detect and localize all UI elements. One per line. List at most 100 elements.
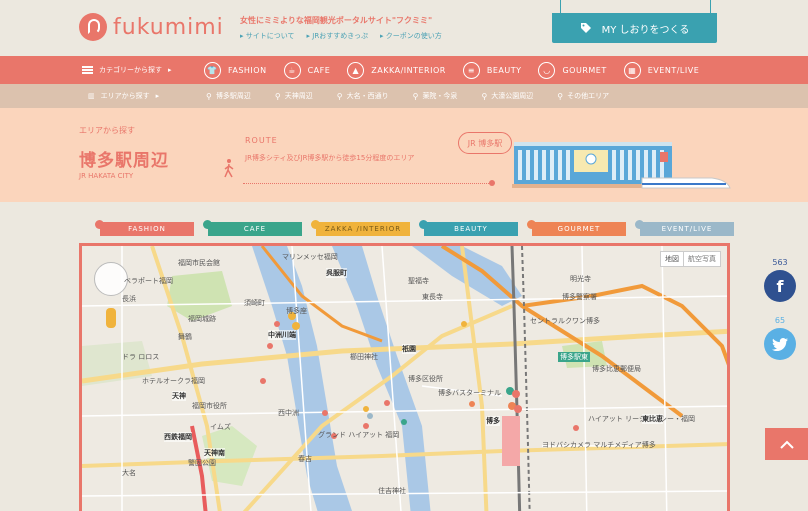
station-label[interactable]: 天神南 xyxy=(204,448,225,458)
dish-icon: ◡ xyxy=(538,61,556,79)
pin-icon: ⚲ xyxy=(481,91,488,101)
map-label: イムズ xyxy=(210,423,231,431)
category-filter-tabs: FASHION CAFE ZAKKA /INTERIOR BEAUTY GOUR… xyxy=(95,220,734,236)
logo-ear-icon xyxy=(79,13,107,41)
map-label: 須崎町 xyxy=(244,299,265,307)
map-label: 大名 xyxy=(122,469,136,477)
category-event-live[interactable]: ▦ EVENT/LIVE xyxy=(623,61,700,79)
jr-ticket-link[interactable]: JRおすすめきっぷ xyxy=(307,31,368,41)
beauty-dot-icon xyxy=(419,220,428,229)
map-type-satellite[interactable]: 航空写真 xyxy=(683,252,720,266)
site-header: fukumimi 女性にミミよりな福岡観光ポータルサイト"フクミミ" サイトにつ… xyxy=(0,0,808,56)
page-title-en: JR HAKATA CITY xyxy=(79,172,134,180)
tag-icon xyxy=(580,23,591,33)
category-gourmet[interactable]: ◡ GOURMET xyxy=(538,61,606,79)
map-label: 長浜 xyxy=(122,295,136,303)
area-nav: ▥ エリアから探す ▸ ⚲ 博多駅周辺 ⚲ 天神周辺 ⚲ 大名・西通り ⚲ 薬院・今泉 … xyxy=(0,84,808,108)
area-nav-label: ▥ エリアから探す ▸ xyxy=(88,92,160,100)
station-label[interactable]: 西鉄福岡 xyxy=(164,432,192,442)
site-tagline: 女性にミミよりな福岡観光ポータルサイト"フクミミ" xyxy=(240,16,433,25)
twitter-share[interactable]: 65 xyxy=(764,316,796,360)
coupon-guide-link[interactable]: クーポンの使い方 xyxy=(380,31,442,41)
station-label[interactable]: 中洲川端 xyxy=(268,330,296,340)
filter-beauty[interactable]: BEAUTY xyxy=(419,220,518,236)
facebook-share[interactable]: 563 f xyxy=(764,258,796,302)
twitter-count: 65 xyxy=(774,316,786,325)
walking-person-icon xyxy=(224,159,234,178)
my-bookmark-button[interactable]: MY しおりをつくる xyxy=(552,13,717,43)
calendar-icon: ▦ xyxy=(623,61,641,79)
map-label: 博多比恵郵便局 xyxy=(592,365,641,373)
zakka-dot-icon xyxy=(311,220,320,229)
area-ohori[interactable]: ⚲ 大濠公園周辺 xyxy=(481,91,533,101)
twitter-bird-icon[interactable] xyxy=(764,328,796,360)
area-map[interactable]: 地図 航空写真 福岡市民会館 マリンメッセ福岡 呉服町 聖福寺 東長寺 福岡城跡… xyxy=(79,243,730,511)
about-link[interactable]: サイトについて xyxy=(240,31,295,41)
category-zakka-interior[interactable]: ▲ ZAKKA/INTERIOR xyxy=(347,61,446,79)
filter-zakka-interior[interactable]: ZAKKA /INTERIOR xyxy=(311,220,410,236)
event-dot-icon xyxy=(635,220,644,229)
menu-icon xyxy=(82,66,93,74)
map-label: 西中洲 xyxy=(278,409,299,417)
map-label: 博多バスターミナル xyxy=(438,389,501,397)
category-fashion[interactable]: 👕 FASHION xyxy=(204,61,267,79)
area-other[interactable]: ⚲ その他エリア xyxy=(557,91,609,101)
map-type-map[interactable]: 地図 xyxy=(661,252,683,266)
map-label: マリンメッセ福岡 xyxy=(282,253,338,261)
facebook-count: 563 xyxy=(772,258,788,267)
coffee-cup-icon: ☕ xyxy=(283,61,301,79)
cafe-dot-icon xyxy=(203,220,212,229)
hakata-station-illustration xyxy=(512,142,731,189)
page-title: 博多駅周辺 xyxy=(79,151,169,171)
category-beauty[interactable]: ≡ BEAUTY xyxy=(462,61,522,79)
map-label: 福岡城跡 xyxy=(188,315,216,323)
area-daimyo[interactable]: ⚲ 大名・西通り xyxy=(337,91,389,101)
chevron-right-icon: ▸ xyxy=(155,92,160,100)
map-label: ドラ ロロス xyxy=(122,353,160,361)
map-label: ホテルオークラ福岡 xyxy=(142,377,205,385)
logo-text: fukumimi xyxy=(113,14,224,40)
category-nav: カテゴリーから探す ▸ 👕 FASHION ☕ CAFE ▲ ZAKKA/INT… xyxy=(0,56,808,84)
route-label: ROUTE xyxy=(245,136,278,145)
category-cafe[interactable]: ☕ CAFE xyxy=(283,61,331,79)
station-label[interactable]: 東比恵 xyxy=(642,414,663,424)
street-view-pegman-icon[interactable] xyxy=(106,308,116,328)
map-label: 博多警察署 xyxy=(562,293,597,301)
map-label: 博多駅東 xyxy=(558,352,590,362)
pin-icon: ⚲ xyxy=(412,91,419,101)
map-label: 博多座 xyxy=(286,307,307,315)
chevron-up-icon xyxy=(779,440,794,449)
pin-icon: ⚲ xyxy=(206,91,212,101)
station-badge: JR 博多駅 xyxy=(458,132,512,154)
area-hakata[interactable]: ⚲ 博多駅周辺 xyxy=(206,91,251,101)
area-yakuin[interactable]: ⚲ 薬院・今泉 xyxy=(413,91,458,101)
station-label[interactable]: 呉服町 xyxy=(326,268,347,278)
map-label: ベラポート福岡 xyxy=(124,277,173,285)
pin-icon: ⚲ xyxy=(274,91,281,101)
map-label: 櫛田神社 xyxy=(350,353,378,361)
pin-icon: ⚲ xyxy=(557,91,564,101)
station-label[interactable]: 天神 xyxy=(172,391,186,401)
map-label: グランド ハイアット 福岡 xyxy=(318,431,400,439)
filter-event-live[interactable]: EVENT/LIVE xyxy=(635,220,734,236)
facebook-icon[interactable]: f xyxy=(764,270,796,302)
cosmetics-icon: ≡ xyxy=(462,61,480,79)
route-description: JR博多シティ及びJR博多駅から徒歩15分程度のエリア xyxy=(245,154,415,162)
pin-icon: ⚲ xyxy=(336,91,343,101)
filter-gourmet[interactable]: GOURMET xyxy=(527,220,626,236)
map-pan-control[interactable] xyxy=(94,262,128,296)
header-sublinks: サイトについて JRおすすめきっぷ クーポンの使い方 xyxy=(240,31,442,41)
scroll-to-top-button[interactable] xyxy=(765,428,808,460)
filter-fashion[interactable]: FASHION xyxy=(95,220,194,236)
station-label[interactable]: 博多 xyxy=(486,416,500,426)
station-label[interactable]: 祇園 xyxy=(402,344,416,354)
filter-cafe[interactable]: CAFE xyxy=(203,220,302,236)
area-tenjin[interactable]: ⚲ 天神周辺 xyxy=(275,91,313,101)
map-label: 福岡市役所 xyxy=(192,402,227,410)
map-type-control[interactable]: 地図 航空写真 xyxy=(660,251,721,267)
site-logo[interactable]: fukumimi xyxy=(79,13,224,41)
map-label: 博多区役所 xyxy=(408,375,443,383)
bookmark-strap xyxy=(710,0,711,13)
area-hero: エリアから探す 博多駅周辺 JR HAKATA CITY ROUTE JR博多シ… xyxy=(0,108,808,202)
shirt-icon: 👕 xyxy=(204,61,221,79)
